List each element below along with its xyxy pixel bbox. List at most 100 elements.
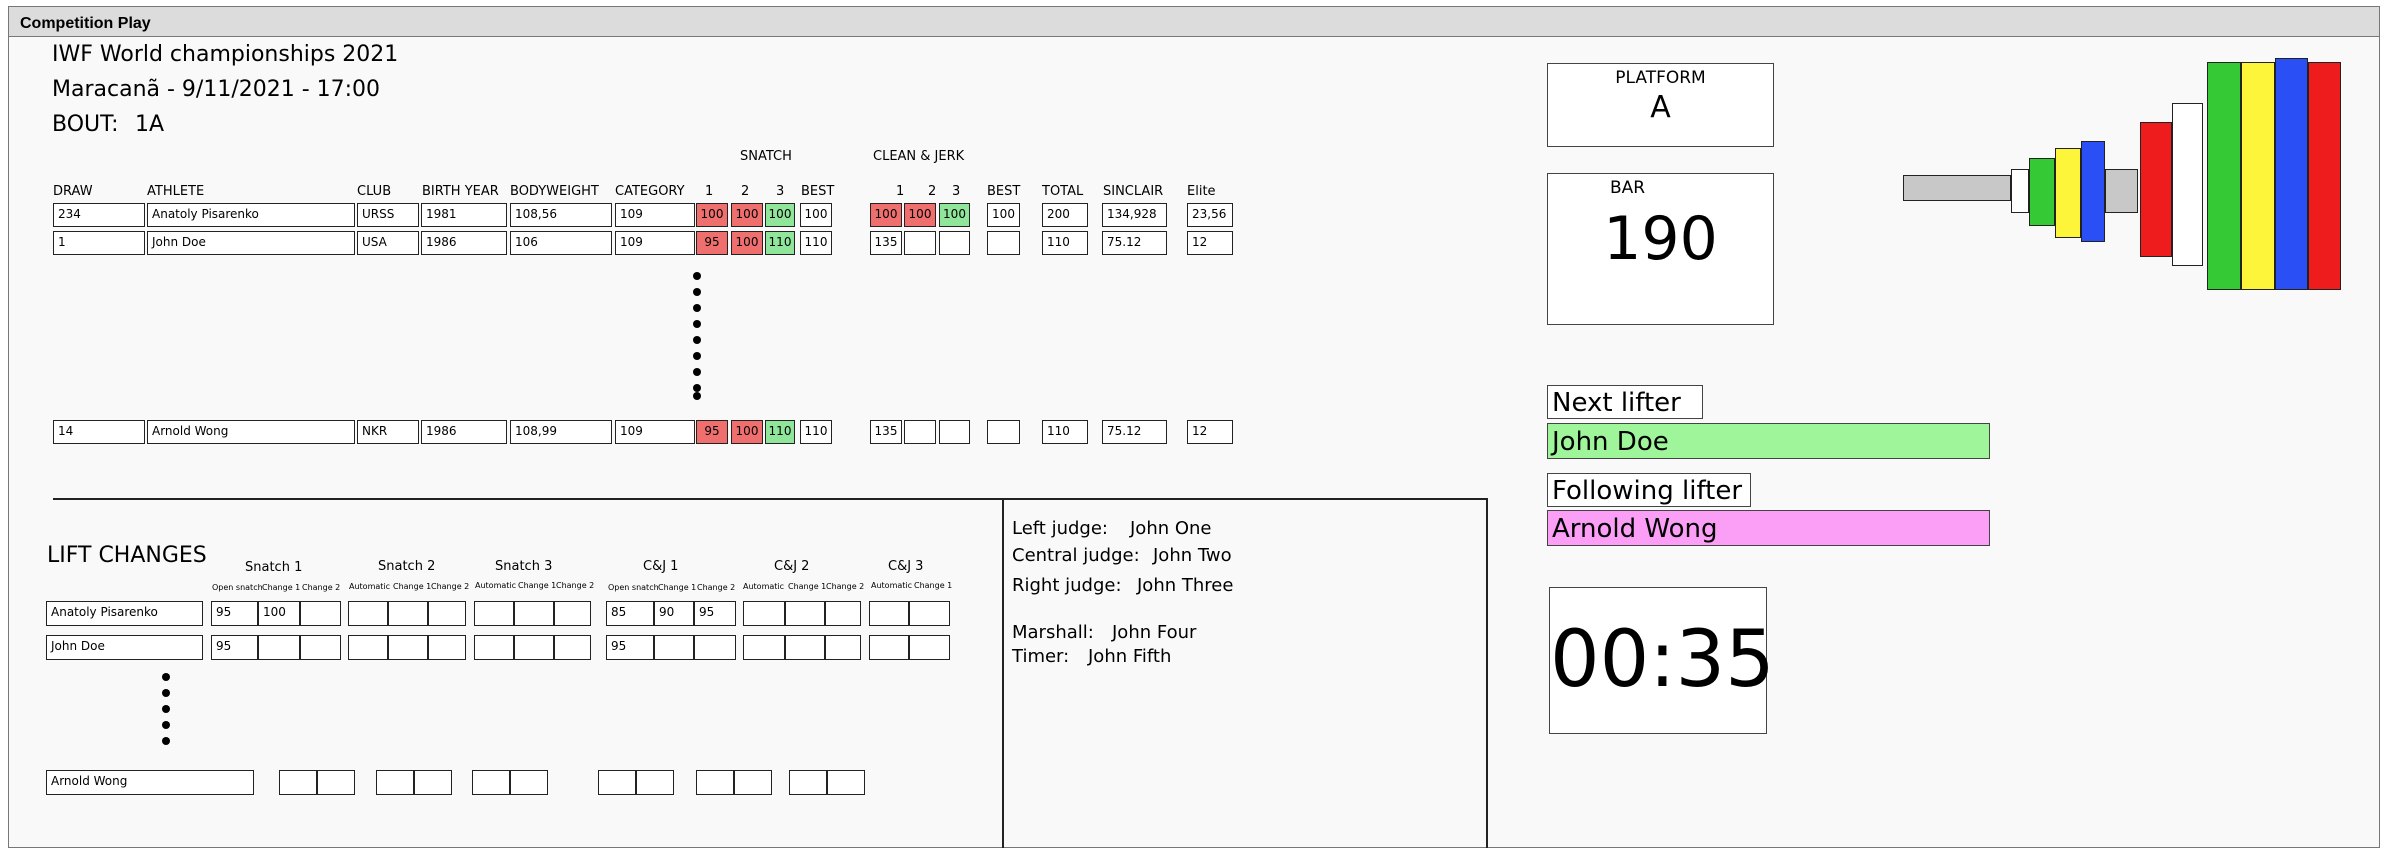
lc-input[interactable]: [734, 770, 772, 795]
sub-open-snatch: Open snatch: [212, 583, 263, 592]
lc-input[interactable]: [909, 601, 950, 626]
lc-input[interactable]: [300, 635, 341, 660]
lc-input[interactable]: [827, 770, 865, 795]
event-venue-date: Maracanã - 9/11/2021 - 17:00: [52, 77, 381, 102]
lc-input[interactable]: [694, 635, 736, 660]
lc-input[interactable]: [258, 635, 300, 660]
col-header-draw: DRAW: [53, 184, 93, 199]
birth-year-cell: 1986: [421, 420, 507, 444]
lc-input[interactable]: 90: [654, 601, 694, 626]
lc-input[interactable]: [388, 601, 428, 626]
lc-input[interactable]: [598, 770, 636, 795]
plate-yellow: [2241, 62, 2275, 290]
bout-label: BOUT:: [52, 112, 119, 137]
lc-input[interactable]: [472, 770, 510, 795]
col-header-sinclair: SINCLAIR: [1103, 184, 1164, 199]
lc-input[interactable]: [376, 770, 414, 795]
ellipsis-dot: [162, 705, 170, 713]
sub-change-1: Change 1: [788, 582, 827, 591]
lc-input[interactable]: 95: [606, 635, 654, 660]
col-header-cj-1: 1: [896, 184, 905, 199]
elite-cell: 12: [1187, 420, 1233, 444]
lc-input[interactable]: [514, 635, 554, 660]
plate-red-large: [2308, 62, 2341, 290]
club-cell: USA: [357, 231, 419, 255]
sinclair-cell: 75.12: [1102, 420, 1167, 444]
next-lifter-label: Next lifter: [1547, 385, 1703, 419]
lc-input[interactable]: [743, 635, 785, 660]
sinclair-cell: 75.12: [1102, 231, 1167, 255]
ellipsis-dot: [162, 689, 170, 697]
ellipsis-dot: [693, 336, 701, 344]
sub-change-2: Change 2: [302, 583, 341, 592]
lc-input[interactable]: [428, 635, 466, 660]
lc-input[interactable]: 95: [211, 635, 258, 660]
lc-input[interactable]: [789, 770, 827, 795]
ellipsis-dot: [693, 272, 701, 280]
cj-best-cell: [987, 420, 1020, 444]
next-lifter-name: John Doe: [1547, 423, 1990, 459]
plate-white: [2172, 103, 2203, 266]
lc-input[interactable]: [825, 601, 861, 626]
lc-athlete-cell: John Doe: [46, 635, 203, 660]
group-snatch-3-title: Snatch 3: [495, 559, 553, 574]
sub-automatic: Automatic: [743, 582, 785, 591]
lc-input[interactable]: [474, 601, 514, 626]
lc-input[interactable]: 95: [694, 601, 736, 626]
lc-input[interactable]: [909, 635, 950, 660]
group-cj-1-title: C&J 1: [643, 559, 679, 574]
lc-input[interactable]: [636, 770, 674, 795]
lc-input[interactable]: [388, 635, 428, 660]
bar-inner-sleeve: [2105, 169, 2138, 213]
lc-input[interactable]: [428, 601, 466, 626]
lc-input[interactable]: [474, 635, 514, 660]
athlete-cell[interactable]: Anatoly Pisarenko: [147, 203, 355, 227]
central-judge-name: John Two: [1153, 545, 1232, 566]
lc-input[interactable]: [654, 635, 694, 660]
lc-input[interactable]: [554, 601, 591, 626]
lc-input[interactable]: 100: [258, 601, 300, 626]
col-header-category: CATEGORY: [615, 184, 685, 199]
window-title: Competition Play: [20, 15, 151, 32]
draw-cell: 14: [53, 420, 145, 444]
sub-automatic: Automatic: [475, 581, 517, 590]
lc-input[interactable]: [300, 601, 341, 626]
lc-input[interactable]: 95: [211, 601, 258, 626]
lift-changes-title: LIFT CHANGES: [47, 543, 207, 568]
sub-change-1: Change 1: [262, 583, 301, 592]
lc-input[interactable]: 85: [606, 601, 654, 626]
lc-input[interactable]: [869, 601, 909, 626]
platform-label: PLATFORM: [1615, 68, 1706, 88]
cj-best-cell: [987, 231, 1020, 255]
lc-input[interactable]: [743, 601, 785, 626]
lc-input[interactable]: [317, 770, 355, 795]
lc-input[interactable]: [348, 601, 388, 626]
snatch-best-cell: 100: [800, 203, 832, 227]
cj-2-cell: 100: [904, 203, 936, 227]
lc-input[interactable]: [554, 635, 591, 660]
lc-input[interactable]: [785, 635, 825, 660]
plate-green-small: [2029, 158, 2055, 226]
lc-input[interactable]: [510, 770, 548, 795]
lc-input[interactable]: [825, 635, 861, 660]
athlete-cell[interactable]: Arnold Wong: [147, 420, 355, 444]
lc-input[interactable]: [785, 601, 825, 626]
snatch-2-cell: 100: [731, 231, 763, 255]
lc-input[interactable]: [279, 770, 317, 795]
lc-athlete-cell: Anatoly Pisarenko: [46, 601, 203, 626]
lc-input[interactable]: [514, 601, 554, 626]
category-cell: 109: [615, 231, 695, 255]
timer-label: Timer:: [1012, 646, 1070, 667]
sinclair-cell: 134,928: [1102, 203, 1167, 227]
lc-input[interactable]: [348, 635, 388, 660]
lc-input[interactable]: [414, 770, 452, 795]
plate-yellow-small: [2055, 148, 2081, 238]
group-snatch-1-title: Snatch 1: [245, 560, 303, 575]
sub-change-2: Change 2: [826, 582, 865, 591]
lc-input[interactable]: [869, 635, 909, 660]
lc-input[interactable]: [696, 770, 734, 795]
athlete-cell[interactable]: John Doe: [147, 231, 355, 255]
collar: [2011, 169, 2029, 213]
col-header-snatch-best: BEST: [801, 184, 835, 199]
ellipsis-dot: [693, 368, 701, 376]
